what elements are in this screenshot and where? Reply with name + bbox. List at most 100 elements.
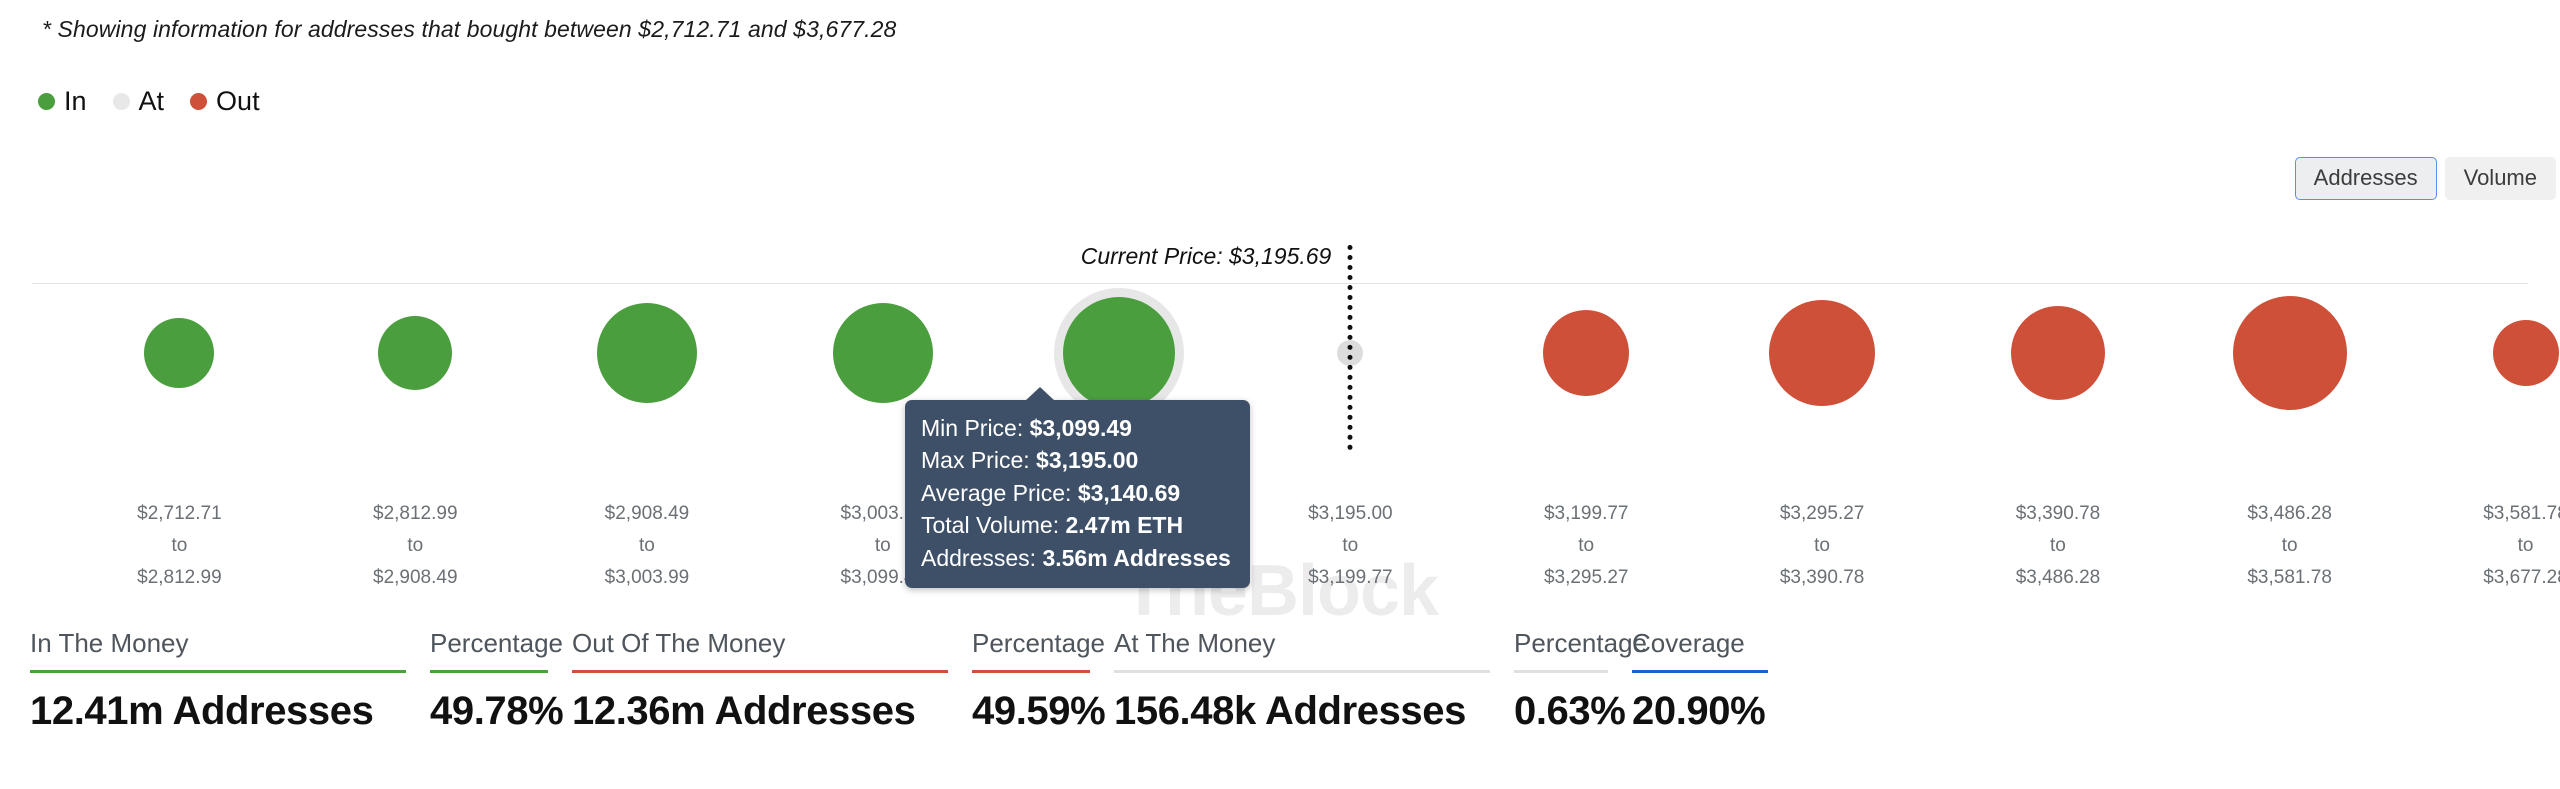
- tooltip-row: Min Price: $3,099.49: [921, 412, 1234, 444]
- chart-legend: In At Out: [38, 88, 260, 115]
- tooltip-row-label: Average Price:: [921, 480, 1078, 506]
- summary-stat-label: Percentage: [1514, 630, 1632, 670]
- x-axis-tick: $3,295.27to$3,390.78: [1780, 498, 1865, 594]
- x-axis-tick-line: $3,295.27: [1780, 498, 1865, 530]
- tooltip-row-label: Min Price:: [921, 415, 1030, 441]
- current-price-label: Current Price: $3,195.69: [1081, 243, 1332, 270]
- chart-bubble[interactable]: [144, 318, 214, 388]
- x-axis-tick: $2,712.71to$2,812.99: [137, 498, 222, 594]
- x-axis-tick-labels: $2,712.71to$2,812.99$2,812.99to$2,908.49…: [32, 498, 2528, 570]
- summary-stat: Coverage20.90%: [1632, 630, 1792, 731]
- tooltip-row-value: 2.47m ETH: [1065, 512, 1183, 538]
- x-axis-tick-line: to: [605, 530, 690, 562]
- x-axis-tick: $3,195.00to$3,199.77: [1308, 498, 1393, 594]
- summary-stat-value: 156.48k Addresses: [1114, 673, 1514, 731]
- summary-stat-value: 12.41m Addresses: [30, 673, 430, 731]
- x-axis-tick-line: $3,199.77: [1544, 498, 1629, 530]
- summary-stat: At The Money156.48k Addresses: [1114, 630, 1514, 731]
- x-axis-tick: $3,581.78to$3,677.28: [2483, 498, 2560, 594]
- summary-stat-value: 49.78%: [430, 673, 572, 731]
- legend-item-in[interactable]: In: [38, 88, 87, 115]
- summary-stat: In The Money12.41m Addresses: [30, 630, 430, 731]
- summary-stat-value: 12.36m Addresses: [572, 673, 972, 731]
- summary-stat: Percentage0.63%: [1514, 630, 1632, 731]
- chart-tooltip: Min Price: $3,099.49Max Price: $3,195.00…: [905, 400, 1250, 588]
- x-axis-tick-line: $2,812.99: [373, 498, 458, 530]
- summary-stat-label: Coverage: [1632, 630, 1792, 670]
- tooltip-row: Average Price: $3,140.69: [921, 477, 1234, 509]
- toggle-button-volume[interactable]: Volume: [2445, 157, 2556, 200]
- summary-stat: Percentage49.59%: [972, 630, 1114, 731]
- x-axis-tick-line: $3,390.78: [2016, 498, 2101, 530]
- x-axis-tick-line: to: [1308, 530, 1393, 562]
- chart-bubble[interactable]: [2493, 320, 2559, 386]
- legend-dot-at-icon: [113, 93, 130, 110]
- summary-stats-row: In The Money12.41m AddressesPercentage49…: [30, 630, 1792, 731]
- legend-item-out[interactable]: Out: [190, 88, 260, 115]
- tooltip-arrow-icon: [1025, 387, 1055, 401]
- current-price-line: [1348, 245, 1353, 450]
- tooltip-row: Max Price: $3,195.00: [921, 444, 1234, 476]
- x-axis-tick-line: to: [373, 530, 458, 562]
- tooltip-row: Total Volume: 2.47m ETH: [921, 509, 1234, 541]
- chart-bubble[interactable]: [1543, 310, 1629, 396]
- x-axis-tick-line: $3,486.28: [2016, 562, 2101, 594]
- chart-subtitle-note: * Showing information for addresses that…: [42, 16, 896, 43]
- tooltip-row-value: $3,140.69: [1078, 480, 1180, 506]
- chart-bubble[interactable]: [597, 303, 697, 403]
- summary-stat-label: Percentage: [430, 630, 572, 670]
- x-axis-tick-line: $3,486.28: [2247, 498, 2332, 530]
- chart-bubble[interactable]: [378, 316, 452, 390]
- tooltip-row-label: Addresses:: [921, 545, 1042, 571]
- x-axis-tick-line: $3,390.78: [1780, 562, 1865, 594]
- x-axis-tick: $2,812.99to$2,908.49: [373, 498, 458, 594]
- x-axis-tick-line: $3,295.27: [1544, 562, 1629, 594]
- x-axis-tick-line: $2,908.49: [605, 498, 690, 530]
- legend-item-at[interactable]: At: [113, 88, 165, 115]
- legend-dot-in-icon: [38, 93, 55, 110]
- x-axis-tick: $3,390.78to$3,486.28: [2016, 498, 2101, 594]
- legend-label-at: At: [139, 88, 165, 115]
- legend-label-out: Out: [216, 88, 260, 115]
- x-axis-tick-line: $3,677.28: [2483, 562, 2560, 594]
- x-axis-tick-line: to: [1544, 530, 1629, 562]
- summary-stat-value: 49.59%: [972, 673, 1114, 731]
- chart-bubble[interactable]: [1769, 300, 1875, 406]
- summary-stat: Out Of The Money12.36m Addresses: [572, 630, 972, 731]
- x-axis-tick-line: to: [2016, 530, 2101, 562]
- summary-stat-label: Percentage: [972, 630, 1114, 670]
- x-axis-tick-line: $2,908.49: [373, 562, 458, 594]
- chart-bubble[interactable]: [833, 303, 933, 403]
- legend-dot-out-icon: [190, 93, 207, 110]
- tooltip-row-label: Total Volume:: [921, 512, 1065, 538]
- x-axis-tick: $3,486.28to$3,581.78: [2247, 498, 2332, 594]
- summary-stat: Percentage49.78%: [430, 630, 572, 731]
- x-axis-tick-line: to: [1780, 530, 1865, 562]
- chart-bubble[interactable]: [1063, 297, 1175, 409]
- x-axis-tick-line: to: [2247, 530, 2332, 562]
- x-axis-tick-line: to: [2483, 530, 2560, 562]
- metric-toggle-group[interactable]: Addresses Volume: [2295, 157, 2556, 200]
- x-axis-tick: $3,199.77to$3,295.27: [1544, 498, 1629, 594]
- summary-stat-value: 20.90%: [1632, 673, 1792, 731]
- chart-bubble[interactable]: [2233, 296, 2347, 410]
- x-axis-tick: $2,908.49to$3,003.99: [605, 498, 690, 594]
- x-axis-tick-line: $3,581.78: [2247, 562, 2332, 594]
- tooltip-row-value: 3.56m Addresses: [1042, 545, 1230, 571]
- legend-label-in: In: [64, 88, 87, 115]
- x-axis-tick-line: to: [137, 530, 222, 562]
- tooltip-row-label: Max Price:: [921, 447, 1036, 473]
- x-axis-tick-line: $3,581.78: [2483, 498, 2560, 530]
- x-axis-tick-line: $3,195.00: [1308, 498, 1393, 530]
- tooltip-row-value: $3,195.00: [1036, 447, 1138, 473]
- x-axis-tick-line: $2,812.99: [137, 562, 222, 594]
- chart-axis-line: [32, 283, 2528, 284]
- summary-stat-value: 0.63%: [1514, 673, 1632, 731]
- summary-stat-label: At The Money: [1114, 630, 1514, 670]
- chart-bubble[interactable]: [2011, 306, 2105, 400]
- x-axis-tick-line: $3,003.99: [605, 562, 690, 594]
- tooltip-row-value: $3,099.49: [1030, 415, 1132, 441]
- toggle-button-addresses[interactable]: Addresses: [2295, 157, 2437, 200]
- x-axis-tick-line: $2,712.71: [137, 498, 222, 530]
- summary-stat-label: Out Of The Money: [572, 630, 972, 670]
